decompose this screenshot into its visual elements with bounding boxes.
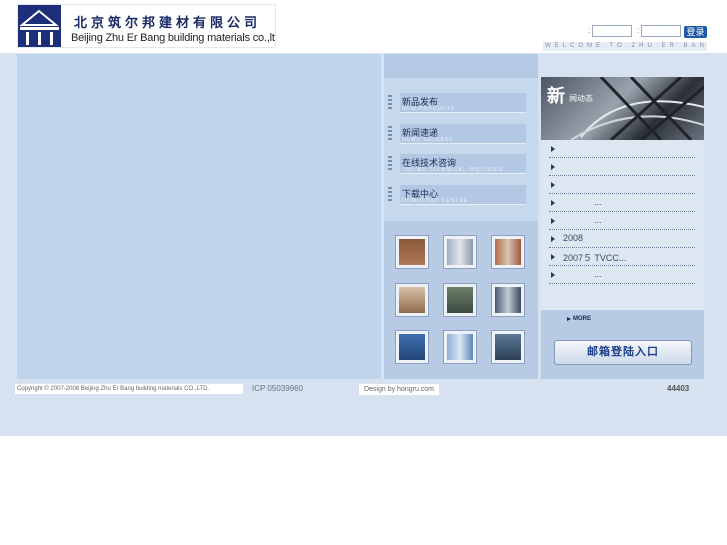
arrow-right-icon <box>551 218 555 224</box>
news-subtitle: 闻动态 <box>569 94 593 103</box>
news-title: 新 <box>547 86 565 106</box>
news-item-text: 2007５ TVCC... <box>563 253 627 263</box>
gallery-thumbnail[interactable] <box>491 330 525 364</box>
arrow-right-icon <box>551 182 555 188</box>
gallery-thumbnail[interactable] <box>395 235 429 269</box>
news-item[interactable]: ... <box>549 212 695 230</box>
news-item[interactable] <box>549 140 695 158</box>
gallery-thumbnail[interactable] <box>443 283 477 317</box>
menu-sublabel: ONLINE TECHNICAL INQUIRIES <box>402 167 504 173</box>
arrow-right-icon <box>551 236 555 242</box>
news-list: ... ... 2008 2007５ TVCC... ... <box>541 140 704 310</box>
arrow-right-icon <box>551 200 555 206</box>
copyright-text: Copyright © 2007-2008 Beijing Zhu Er Ban… <box>15 384 243 394</box>
news-item[interactable]: ... <box>549 266 695 284</box>
news-item[interactable]: 2007５ TVCC... <box>549 248 695 266</box>
arrow-right-icon <box>551 146 555 152</box>
login-button[interactable]: 登录 <box>684 26 707 38</box>
menu-item-download-centre[interactable]: 下载中心 DOWNLOAD CENTRE <box>388 185 526 205</box>
news-footer: MORE 邮箱登陆入口 <box>541 310 704 379</box>
password-label: : <box>637 26 640 35</box>
mailbox-login-button[interactable]: 邮箱登陆入口 <box>554 340 692 365</box>
visitor-counter: 44403 <box>667 384 690 393</box>
gallery-thumbnail[interactable] <box>491 283 525 317</box>
news-item-text: 2008 <box>563 233 584 243</box>
logo-mark-icon <box>18 5 61 47</box>
menu-item-technical-inquiries[interactable]: 在线技术咨询 ONLINE TECHNICAL INQUIRIES <box>388 154 526 174</box>
arrow-right-icon <box>551 272 555 278</box>
designer-link[interactable]: Design by hongru.com <box>359 384 439 395</box>
gallery-thumbnail[interactable] <box>443 330 477 364</box>
news-item[interactable] <box>549 158 695 176</box>
icp-number: ICP 05039960 <box>252 384 304 393</box>
username-label: : <box>588 26 591 35</box>
news-column: 新 闻动态 ... ... 2008 2007５ TVCC... ... MOR… <box>541 54 704 379</box>
news-item[interactable]: 2008 <box>549 230 695 248</box>
menu-item-news-release[interactable]: 新闻速递 NEWS RELEASE <box>388 124 526 144</box>
middle-top-bar <box>384 54 538 78</box>
username-input[interactable] <box>592 25 632 37</box>
gallery-thumbnail[interactable] <box>395 330 429 364</box>
news-header-image: 新 闻动态 <box>541 77 704 140</box>
product-gallery <box>384 221 538 379</box>
menu-sublabel: DOWNLOAD CENTRE <box>402 198 469 204</box>
menu-item-new-products[interactable]: 新品发布 NEW PRODUCTS <box>388 93 526 113</box>
flash-banner-area <box>17 54 381 379</box>
logo-chinese-name: 北京筑尔邦建材有限公司 <box>74 15 262 30</box>
menu-sublabel: NEWS RELEASE <box>402 137 454 143</box>
gallery-thumbnail[interactable] <box>443 235 477 269</box>
news-item-text: ... <box>594 197 602 207</box>
menu-item-box: 下载中心 DOWNLOAD CENTRE <box>400 185 526 205</box>
arrow-right-icon <box>551 164 555 170</box>
gallery-thumbnail[interactable] <box>395 283 429 317</box>
gallery-thumbnail[interactable] <box>491 235 525 269</box>
welcome-banner: WELCOME TO ZHU ER BANG <box>543 42 707 51</box>
menu-item-box: 新品发布 NEW PRODUCTS <box>400 93 526 113</box>
menu-item-box: 在线技术咨询 ONLINE TECHNICAL INQUIRIES <box>400 154 526 174</box>
menu-bullet-icon <box>388 156 392 170</box>
menu-bullet-icon <box>388 187 392 201</box>
news-item[interactable]: ... <box>549 194 695 212</box>
menu-bullet-icon <box>388 126 392 140</box>
middle-column: 新品发布 NEW PRODUCTS 新闻速递 NEWS RELEASE 在线技术… <box>384 54 538 379</box>
more-arrow-icon <box>567 317 571 321</box>
arrow-right-icon <box>551 254 555 260</box>
news-item[interactable] <box>549 176 695 194</box>
menu-item-box: 新闻速递 NEWS RELEASE <box>400 124 526 144</box>
page: 北京筑尔邦建材有限公司 Beijing Zhu Er Bang building… <box>0 0 727 545</box>
steel-structure-icon <box>570 77 704 140</box>
news-item-text: ... <box>594 215 602 225</box>
header: 北京筑尔邦建材有限公司 Beijing Zhu Er Bang building… <box>0 0 727 53</box>
logo-english-name: Beijing Zhu Er Bang building materials c… <box>71 32 276 44</box>
more-link[interactable]: MORE <box>573 316 591 322</box>
password-input[interactable] <box>641 25 681 37</box>
menu-sublabel: NEW PRODUCTS <box>402 106 456 112</box>
news-item-text: ... <box>594 269 602 279</box>
main-menu: 新品发布 NEW PRODUCTS 新闻速递 NEWS RELEASE 在线技术… <box>384 78 538 222</box>
company-logo[interactable]: 北京筑尔邦建材有限公司 Beijing Zhu Er Bang building… <box>17 4 276 48</box>
menu-bullet-icon <box>388 95 392 109</box>
